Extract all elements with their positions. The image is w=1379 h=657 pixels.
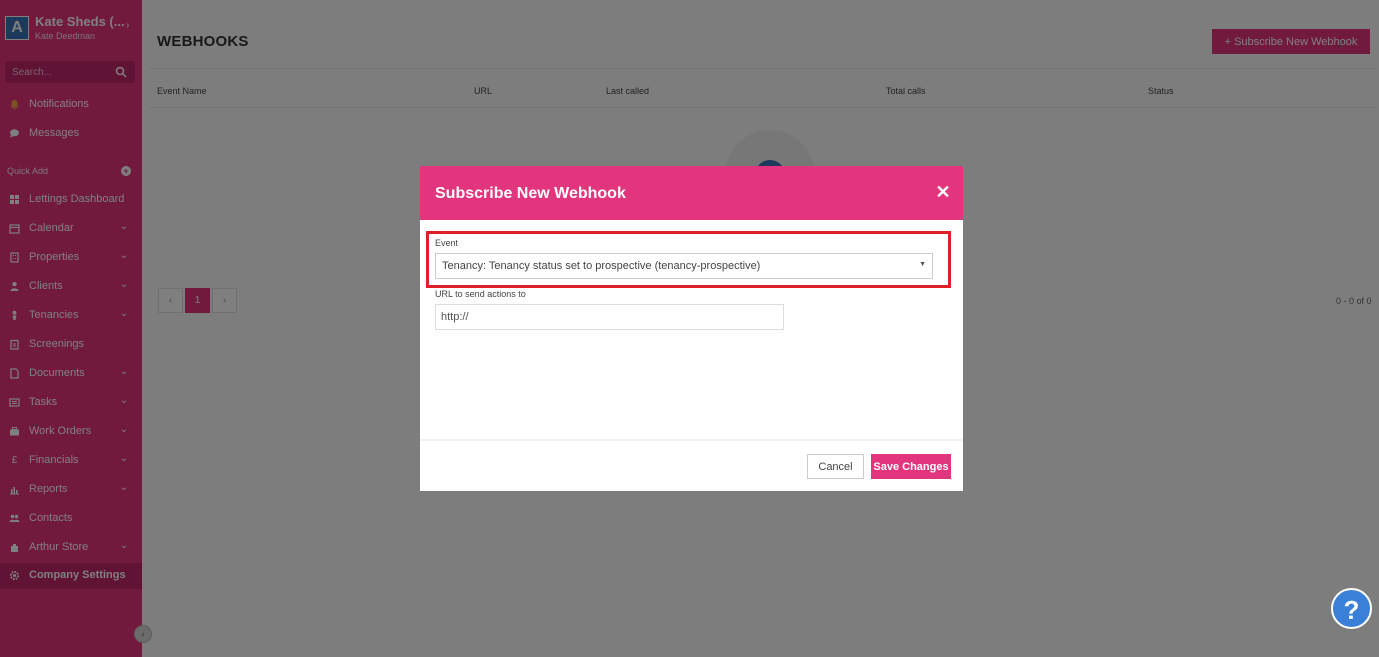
modal-header: Subscribe New Webhook ✕ xyxy=(420,166,963,220)
close-icon[interactable]: ✕ xyxy=(933,182,953,202)
event-label: Event xyxy=(435,238,459,248)
save-changes-button[interactable]: Save Changes xyxy=(871,454,951,479)
cancel-button[interactable]: Cancel xyxy=(807,454,864,479)
modal-footer-divider xyxy=(420,439,963,441)
help-button[interactable]: ? xyxy=(1331,588,1372,629)
url-input[interactable] xyxy=(435,304,784,330)
event-select-value: Tenancy: Tenancy status set to prospecti… xyxy=(442,260,761,272)
event-select[interactable]: Tenancy: Tenancy status set to prospecti… xyxy=(435,253,933,279)
modal-title: Subscribe New Webhook xyxy=(435,185,626,202)
subscribe-webhook-modal: Subscribe New Webhook ✕ Event Tenancy: T… xyxy=(420,166,963,491)
caret-down-icon: ▼ xyxy=(919,261,926,268)
url-label: URL to send actions to xyxy=(435,289,526,299)
